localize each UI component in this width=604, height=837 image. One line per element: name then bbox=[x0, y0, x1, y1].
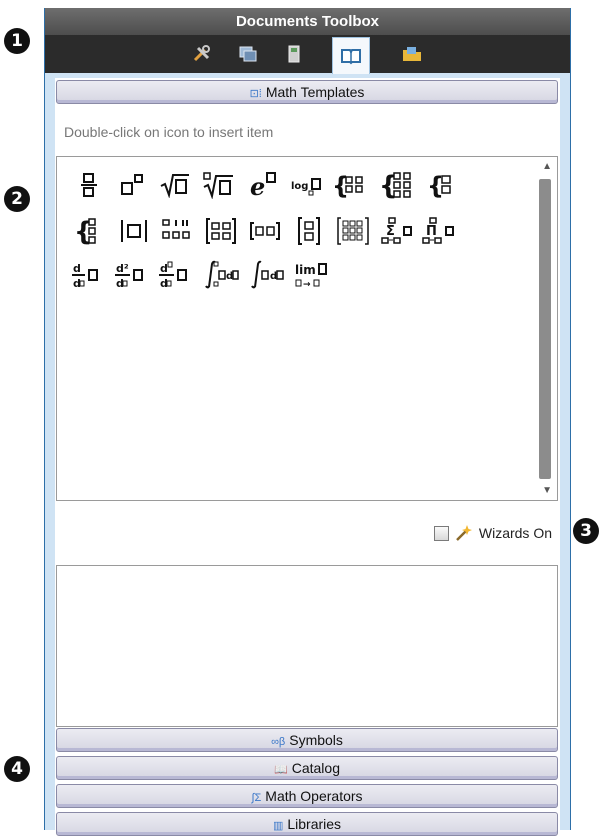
indefinite-integral-template[interactable]: d bbox=[247, 257, 287, 293]
wizards-checkbox[interactable] bbox=[433, 525, 449, 541]
wizards-toggle[interactable]: Wizards On bbox=[433, 524, 552, 542]
matrix-2x2-template[interactable] bbox=[201, 213, 241, 249]
degree-minutes-seconds-template[interactable] bbox=[157, 213, 197, 249]
svg-text:d²: d² bbox=[116, 262, 129, 275]
catalog-header[interactable]: 📖 Catalog bbox=[56, 756, 558, 780]
absolute-value-template[interactable] bbox=[114, 213, 154, 249]
tab-page-sorter[interactable] bbox=[230, 39, 266, 69]
math-operators-icon: ∫Σ bbox=[251, 792, 262, 804]
catalog-icon: 📖 bbox=[274, 764, 288, 776]
scrollbar-thumb[interactable] bbox=[539, 179, 551, 479]
nth-root-template[interactable] bbox=[198, 167, 238, 203]
e-exponent-template[interactable]: e bbox=[243, 167, 283, 203]
tools-icon bbox=[193, 45, 210, 62]
symbols-icon: ∞β bbox=[271, 736, 286, 748]
log-template[interactable]: log bbox=[287, 167, 327, 203]
toolbox-tab-bar bbox=[45, 35, 570, 74]
scroll-down-arrow-icon[interactable]: ▼ bbox=[542, 485, 552, 496]
sum-template[interactable]: Σ bbox=[377, 213, 417, 249]
exponent-template[interactable] bbox=[112, 167, 152, 203]
square-root-template[interactable] bbox=[155, 167, 195, 203]
system-n-template[interactable]: { bbox=[69, 213, 109, 249]
definite-integral-template[interactable]: d bbox=[201, 257, 241, 293]
fraction-template[interactable] bbox=[69, 167, 109, 203]
toolbox-title: Documents Toolbox bbox=[45, 8, 570, 35]
math-templates-label: Math Templates bbox=[265, 84, 365, 100]
insert-hint: Double-click on icon to insert item bbox=[64, 124, 274, 140]
svg-text:d: d bbox=[73, 262, 81, 275]
callout-4: 4 bbox=[4, 756, 30, 782]
svg-text:→: → bbox=[303, 280, 311, 290]
callout-1: 1 bbox=[4, 28, 30, 54]
math-operators-label: Math Operators bbox=[265, 788, 363, 804]
nth-derivative-template[interactable]: dd bbox=[155, 257, 195, 293]
svg-text:d: d bbox=[226, 271, 233, 282]
piecewise-n-template[interactable]: { bbox=[377, 167, 417, 203]
tab-utilities[interactable] bbox=[332, 37, 370, 74]
math-templates-palette: e log { { { {Σ Π d d d² d d d d d lim →… bbox=[56, 156, 558, 501]
scroll-up-arrow-icon[interactable]: ▲ bbox=[542, 161, 552, 172]
callout-3: 3 bbox=[573, 518, 599, 544]
svg-text:d: d bbox=[270, 271, 277, 282]
scratchpad-icon bbox=[288, 45, 300, 63]
callout-2: 2 bbox=[4, 186, 30, 212]
documents-toolbox-panel: Documents Toolbox ⊡⁞ Math Templates Doub… bbox=[44, 8, 571, 836]
symbols-label: Symbols bbox=[289, 732, 343, 748]
tab-content-explorer[interactable] bbox=[394, 39, 430, 69]
e-symbol: e bbox=[250, 172, 265, 199]
matrix-mxn-template[interactable] bbox=[333, 213, 373, 249]
content-explorer-icon bbox=[403, 47, 421, 61]
svg-text:Σ: Σ bbox=[386, 224, 395, 239]
product-template[interactable]: Π bbox=[419, 213, 459, 249]
limit-template[interactable]: lim → bbox=[293, 257, 333, 293]
libraries-icon: ▥ bbox=[272, 820, 284, 832]
svg-text:Π: Π bbox=[426, 224, 437, 239]
tab-tools[interactable] bbox=[184, 39, 220, 69]
math-templates-icon: ⊡⁞ bbox=[249, 88, 262, 100]
column-matrix-template[interactable] bbox=[289, 213, 329, 249]
symbols-header[interactable]: ∞β Symbols bbox=[56, 728, 558, 752]
wizards-label: Wizards On bbox=[478, 525, 552, 541]
first-derivative-template[interactable]: dd bbox=[67, 257, 107, 293]
template-preview-area bbox=[56, 565, 558, 727]
toolbox-content: ⊡⁞ Math Templates Double-click on icon to… bbox=[55, 78, 560, 836]
wizard-wand-icon bbox=[455, 525, 472, 541]
catalog-label: Catalog bbox=[291, 760, 340, 776]
math-operators-header[interactable]: ∫Σ Math Operators bbox=[56, 784, 558, 808]
tab-scratchpad[interactable] bbox=[276, 39, 312, 69]
libraries-header[interactable]: ▥ Libraries bbox=[56, 812, 558, 836]
utilities-book-icon bbox=[341, 49, 361, 65]
row-matrix-template[interactable] bbox=[245, 213, 285, 249]
page-sorter-icon bbox=[239, 46, 257, 62]
svg-text:d: d bbox=[160, 262, 168, 275]
piecewise-2-template[interactable]: { bbox=[330, 167, 370, 203]
log-symbol: log bbox=[291, 181, 308, 192]
system-2-template[interactable]: { bbox=[422, 167, 462, 203]
second-derivative-template[interactable]: d² d bbox=[111, 257, 151, 293]
math-templates-header[interactable]: ⊡⁞ Math Templates bbox=[56, 80, 558, 104]
lim-symbol: lim bbox=[295, 263, 316, 277]
